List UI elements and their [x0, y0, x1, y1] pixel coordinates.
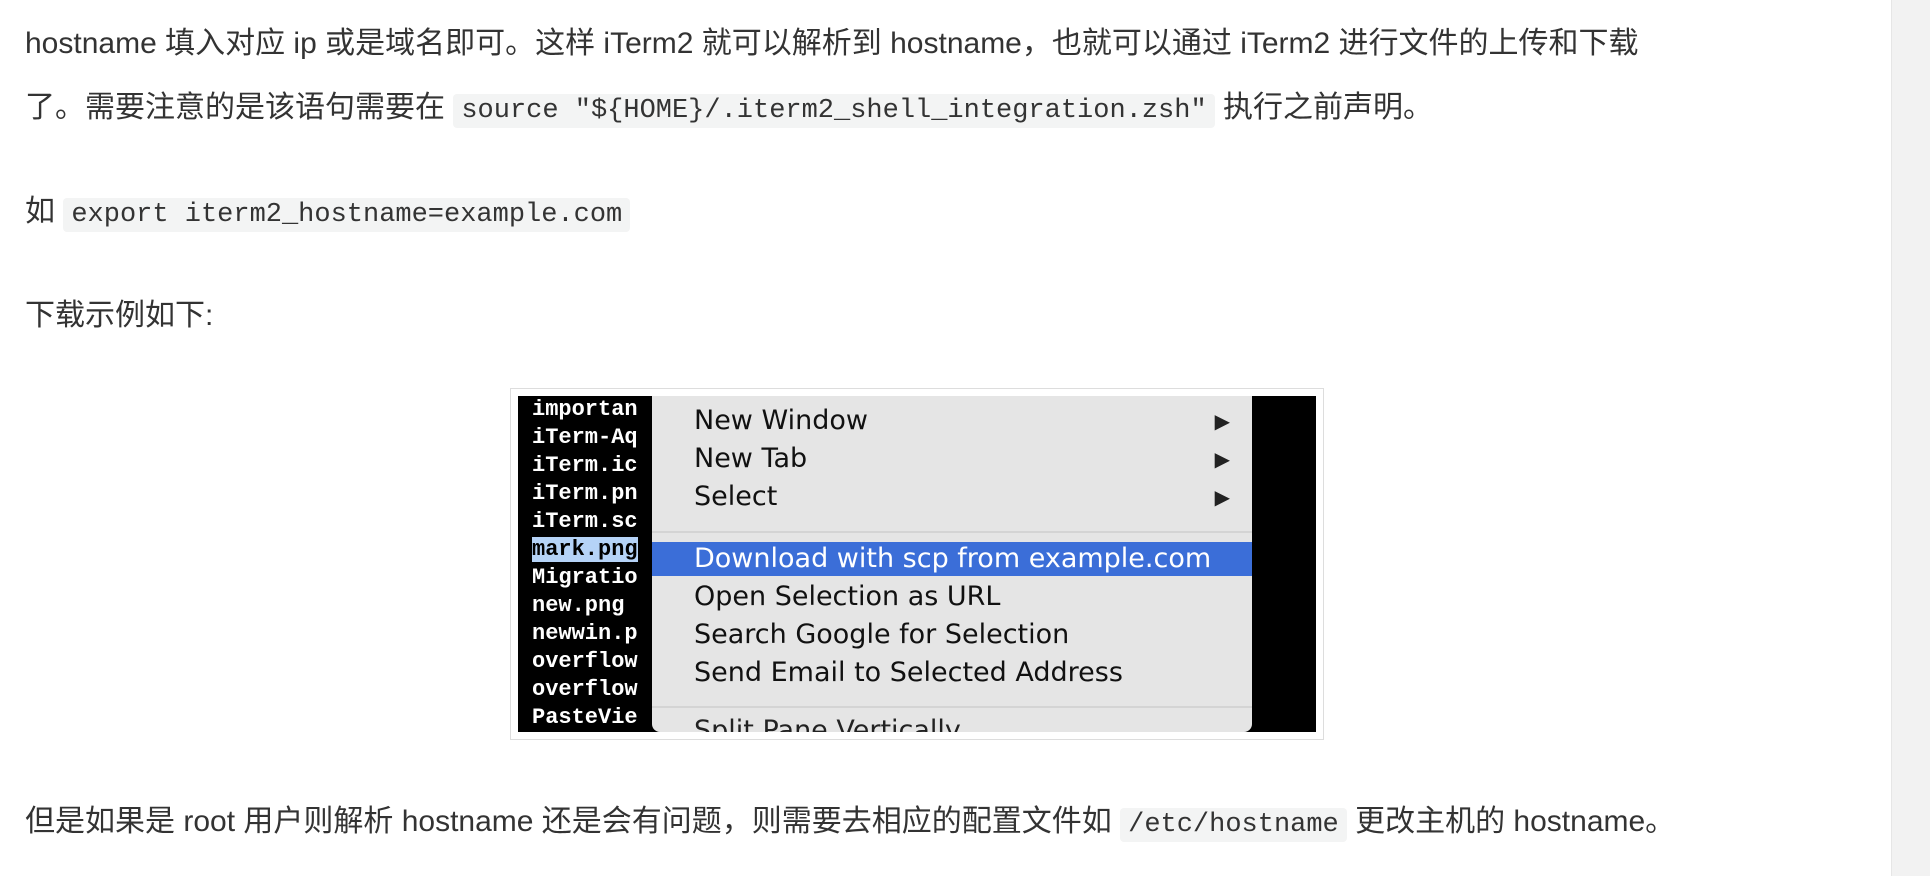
menu-item-new-tab[interactable]: New Tab ▶ [652, 442, 1252, 476]
list-item: importan [532, 397, 638, 422]
list-item: PasteVie [532, 705, 638, 730]
menu-item-label: Open Selection as URL [694, 581, 1001, 612]
menu-item-new-window[interactable]: New Window ▶ [652, 404, 1252, 438]
submenu-arrow-icon: ▶ [1214, 409, 1230, 433]
menu-item-select[interactable]: Select ▶ [652, 480, 1252, 514]
list-item: overflow [532, 649, 638, 674]
menu-item-label: Select [694, 481, 778, 512]
list-item: iTerm-Aq [532, 425, 638, 450]
paragraph-line: 了。需要注意的是该语句需要在 source "${HOME}/.iterm2_s… [25, 76, 1639, 143]
menu-item-label: New Window [694, 405, 868, 436]
menu-item-split-pane[interactable]: Split Pane Vertically [652, 714, 1252, 732]
paragraph-root-note: 但是如果是 root 用户则解析 hostname 还是会有问题，则需要去相应的… [25, 790, 1675, 857]
text-span: 了。需要注意的是该语句需要在 [25, 91, 454, 124]
paragraph-download-example: 下载示例如下: [25, 299, 214, 332]
text-span: 执行之前声明。 [1214, 91, 1434, 124]
submenu-arrow-icon: ▶ [1214, 485, 1230, 509]
submenu-arrow-icon: ▶ [1214, 447, 1230, 471]
file-list: importan iTerm-Aq iTerm.ic iTerm.pn iTer… [532, 396, 638, 732]
menu-item-label: New Tab [694, 443, 808, 474]
text-span: 如 [25, 195, 64, 228]
text-span: 但是如果是 root 用户则解析 hostname 还是会有问题，则需要去相应的… [25, 805, 1121, 838]
screenshot-figure: importan iTerm-Aq iTerm.ic iTerm.pn iTer… [510, 388, 1324, 740]
menu-item-download-scp[interactable]: Download with scp from example.com [652, 542, 1252, 576]
menu-item-label: Download with scp from example.com [694, 543, 1212, 574]
paragraph-hostname-intro: hostname 填入对应 ip 或是域名即可。这样 iTerm2 就可以解析到… [25, 12, 1639, 143]
text-span: 更改主机的 hostname。 [1346, 805, 1676, 838]
menu-item-search-google[interactable]: Search Google for Selection [652, 618, 1252, 652]
paragraph-example: 如 export iterm2_hostname=example.com [25, 180, 631, 247]
list-item: iTerm.pn [532, 481, 638, 506]
list-item: new.png [532, 593, 625, 618]
terminal-screenshot: importan iTerm-Aq iTerm.ic iTerm.pn iTer… [518, 396, 1316, 732]
list-item: newwin.p [532, 621, 638, 646]
list-item: Migratio [532, 565, 638, 590]
context-menu: New Window ▶ New Tab ▶ Select ▶ Download… [652, 396, 1252, 732]
list-item: iTerm.sc [532, 509, 638, 534]
inline-code-source: source "${HOME}/.iterm2_shell_integratio… [453, 94, 1215, 128]
menu-item-open-url[interactable]: Open Selection as URL [652, 580, 1252, 614]
list-item: iTerm.ic [532, 453, 638, 478]
list-item-selected: mark.png [532, 537, 638, 562]
scrollbar[interactable] [1891, 0, 1930, 876]
menu-item-label: Split Pane Vertically [694, 715, 961, 732]
inline-code-etc-hostname: /etc/hostname [1120, 808, 1347, 842]
menu-item-label: Search Google for Selection [694, 619, 1070, 650]
inline-code-export: export iterm2_hostname=example.com [63, 198, 631, 232]
menu-item-label: Send Email to Selected Address [694, 657, 1123, 688]
menu-separator [652, 531, 1252, 533]
paragraph-line: hostname 填入对应 ip 或是域名即可。这样 iTerm2 就可以解析到… [25, 27, 1639, 60]
menu-separator [652, 706, 1252, 708]
menu-item-send-email[interactable]: Send Email to Selected Address [652, 656, 1252, 690]
list-item: overflow [532, 677, 638, 702]
